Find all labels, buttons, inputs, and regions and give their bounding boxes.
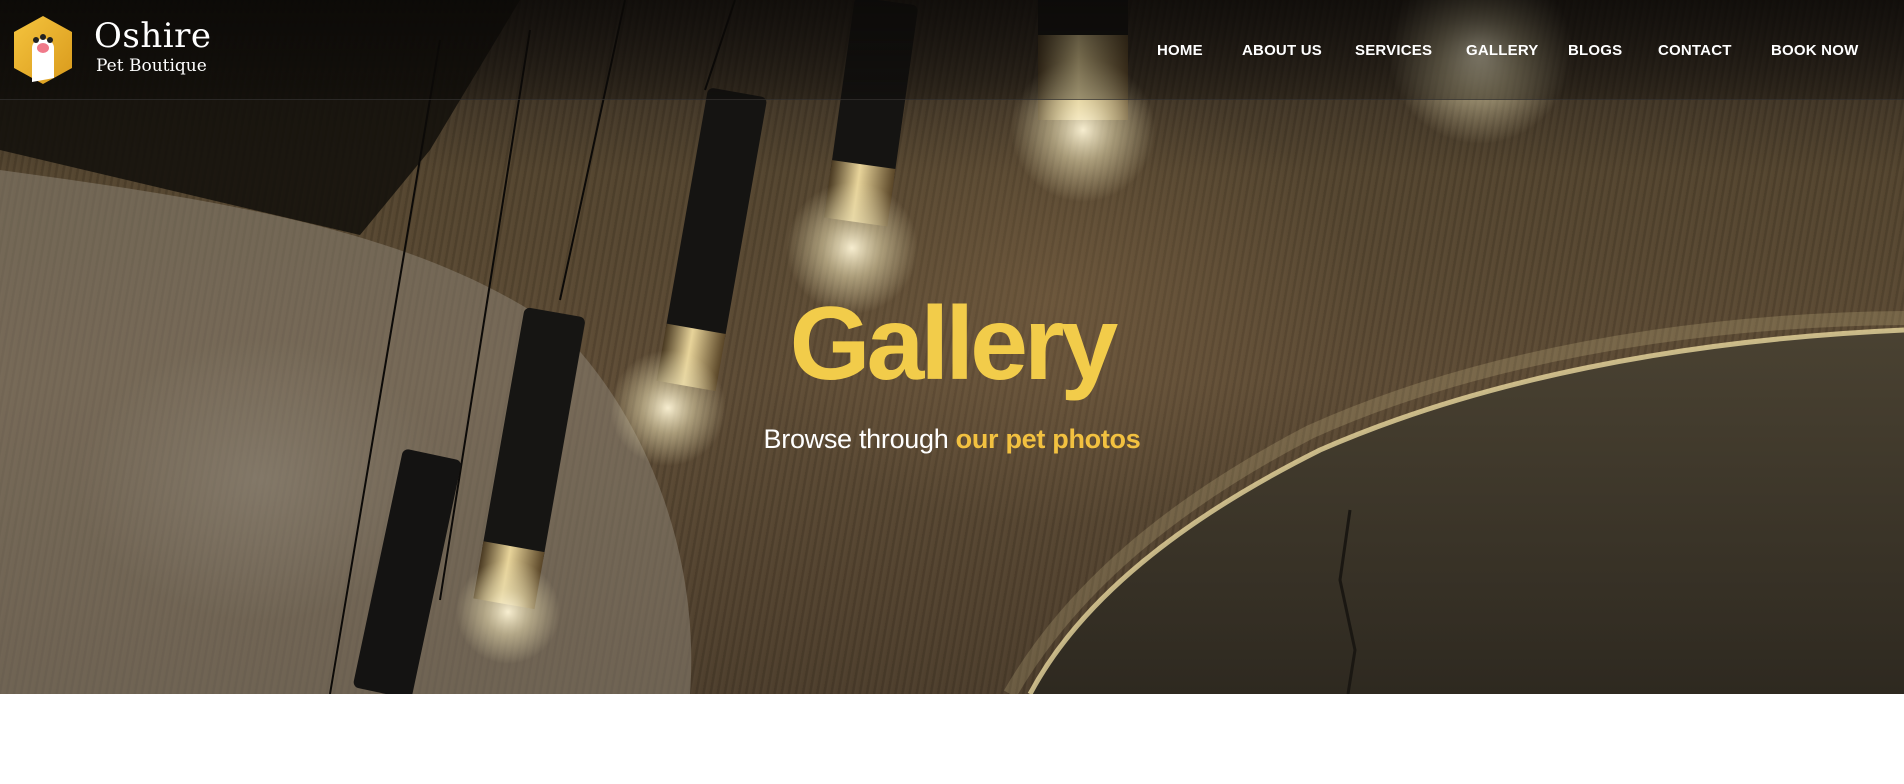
brand-tagline: Pet Boutique (96, 56, 207, 76)
nav-book-now-link[interactable]: BOOK NOW (1771, 42, 1858, 59)
subtitle-lead: Browse through (763, 424, 949, 454)
nav-services-link[interactable]: SERVICES (1355, 42, 1432, 59)
nav-contact-link[interactable]: CONTACT (1658, 42, 1732, 59)
nav-gallery-link[interactable]: GALLERY (1466, 42, 1539, 59)
nav-blogs-link[interactable]: BLOGS (1568, 42, 1622, 59)
page-title: Gallery (789, 286, 1119, 402)
nav-home-link[interactable]: HOME (1157, 42, 1203, 59)
site-header: Oshire Pet Boutique HOME ABOUT US SERVIC… (0, 0, 1904, 100)
brand-name[interactable]: Oshire (94, 16, 211, 56)
subtitle-highlight: our pet photos (955, 424, 1141, 454)
content-area (0, 694, 1904, 784)
nav-about-us-link[interactable]: ABOUT US (1242, 42, 1322, 59)
page-subtitle: Browse through our pet photos (0, 424, 1904, 455)
hero-banner: Oshire Pet Boutique HOME ABOUT US SERVIC… (0, 0, 1904, 694)
cat-paw-hexagon-icon[interactable] (12, 14, 74, 86)
